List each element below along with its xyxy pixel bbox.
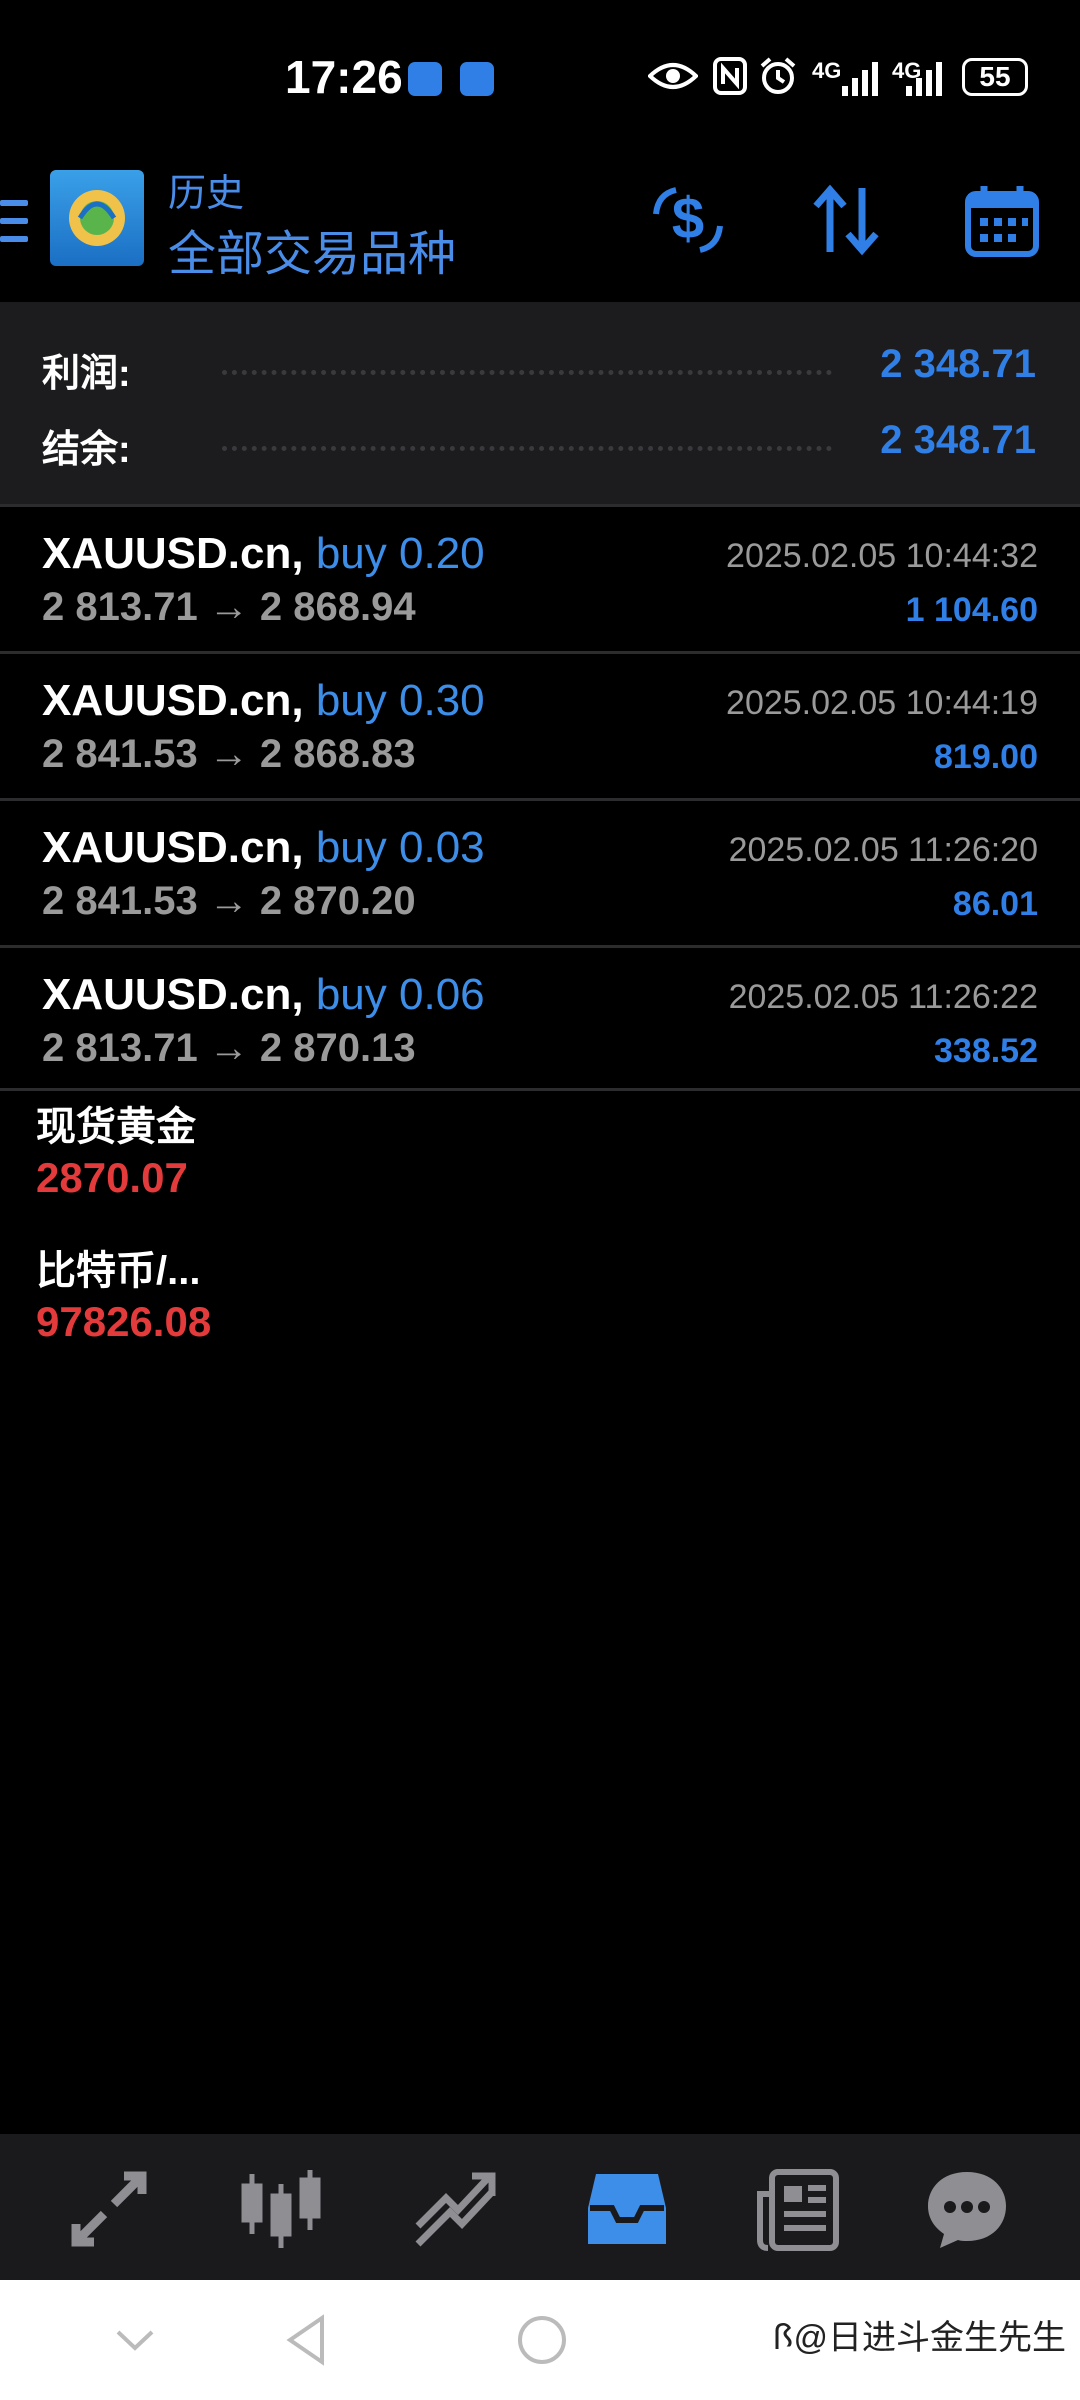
trade-prices: 2 813.71 → 2 870.13: [42, 1026, 416, 1070]
summary-panel: [0, 302, 1080, 504]
trade-time: 2025.02.05 10:44:32: [726, 537, 1038, 575]
trade-profit: 86.01: [952, 885, 1038, 923]
trade-profit: 1 104.60: [905, 591, 1038, 629]
battery-indicator: 55: [962, 58, 1028, 96]
trade-symbol: XAUUSD.cn,: [42, 529, 304, 578]
calendar-icon[interactable]: [962, 180, 1042, 260]
chart-icon[interactable]: [236, 2164, 326, 2254]
profit-label: 利润:: [42, 353, 131, 395]
alarm-icon: [760, 57, 796, 94]
quote-name: 比特币/...: [36, 1249, 201, 1293]
history-icon[interactable]: [582, 2164, 672, 2254]
trade-title: XAUUSD.cn, buy 0.20: [42, 529, 485, 579]
home-icon[interactable]: [514, 2312, 570, 2368]
trade-symbol: XAUUSD.cn,: [42, 970, 304, 1019]
quote-name: 现货黄金: [36, 1105, 196, 1149]
news-icon[interactable]: [754, 2164, 844, 2254]
trade-side: buy 0.30: [315, 676, 485, 725]
voice-notification-icon: [408, 62, 442, 96]
trade-symbol: XAUUSD.cn,: [42, 676, 304, 725]
trade-prices: 2 813.71 → 2 868.94: [42, 585, 416, 629]
header-subtitle: 历史: [168, 173, 245, 215]
trade-side: buy 0.06: [315, 970, 485, 1019]
trade-symbol: XAUUSD.cn,: [42, 823, 304, 872]
watermark: ꟗ@日进斗金生先生: [772, 2319, 1066, 2357]
trade-time: 2025.02.05 10:44:19: [726, 684, 1038, 722]
quote-price: 2870.07: [36, 1154, 188, 1201]
trade-icon[interactable]: [410, 2164, 500, 2254]
app-logo: [50, 170, 144, 266]
trade-prices: 2 841.53 → 2 870.20: [42, 879, 416, 923]
quotes-icon[interactable]: [64, 2164, 154, 2254]
eye-icon: [648, 63, 698, 89]
trade-profit: 338.52: [934, 1032, 1038, 1070]
trade-row[interactable]: XAUUSD.cn, buy 0.06 2 813.71 → 2 870.13 …: [0, 945, 1080, 1091]
trade-prices: 2 841.53 → 2 868.83: [42, 732, 416, 776]
trade-title: XAUUSD.cn, buy 0.06: [42, 970, 485, 1020]
nfc-icon: [713, 57, 747, 95]
trade-side: buy 0.03: [315, 823, 485, 872]
status-time: 17:26: [285, 51, 403, 103]
quote-price: 97826.08: [36, 1298, 212, 1345]
network-type-1: 4G: [812, 58, 842, 83]
back-icon[interactable]: [282, 2312, 330, 2368]
balance-value: 2 348.71: [880, 418, 1036, 462]
trade-title: XAUUSD.cn, buy 0.30: [42, 676, 485, 726]
trade-time: 2025.02.05 11:26:22: [728, 978, 1038, 1016]
trade-time: 2025.02.05 11:26:20: [728, 831, 1038, 869]
profit-value: 2 348.71: [880, 342, 1036, 386]
trade-row[interactable]: XAUUSD.cn, buy 0.30 2 841.53 → 2 868.83 …: [0, 651, 1080, 797]
trade-row[interactable]: XAUUSD.cn, buy 0.03 2 841.53 → 2 870.20 …: [0, 798, 1080, 944]
signal-icon: [906, 62, 942, 96]
trade-title: XAUUSD.cn, buy 0.03: [42, 823, 485, 873]
bottom-nav: [0, 2134, 1080, 2280]
app-notification-icon: [460, 62, 494, 96]
trade-row[interactable]: XAUUSD.cn, buy 0.20 2 813.71 → 2 868.94 …: [0, 504, 1080, 650]
trade-side: buy 0.20: [315, 529, 485, 578]
chat-icon[interactable]: [922, 2164, 1012, 2254]
balance-dots: [222, 446, 832, 451]
header-title[interactable]: 全部交易品种: [168, 214, 456, 284]
chevron-down-icon[interactable]: [112, 2320, 158, 2360]
svg-text:$: $: [672, 186, 704, 251]
profit-dots: [222, 370, 832, 375]
menu-icon[interactable]: [0, 200, 28, 244]
signal-icon: [842, 62, 878, 96]
currency-exchange-icon[interactable]: $: [648, 180, 728, 260]
trade-profit: 819.00: [934, 738, 1038, 776]
balance-label: 结余:: [42, 429, 131, 471]
sort-icon[interactable]: [806, 180, 886, 260]
